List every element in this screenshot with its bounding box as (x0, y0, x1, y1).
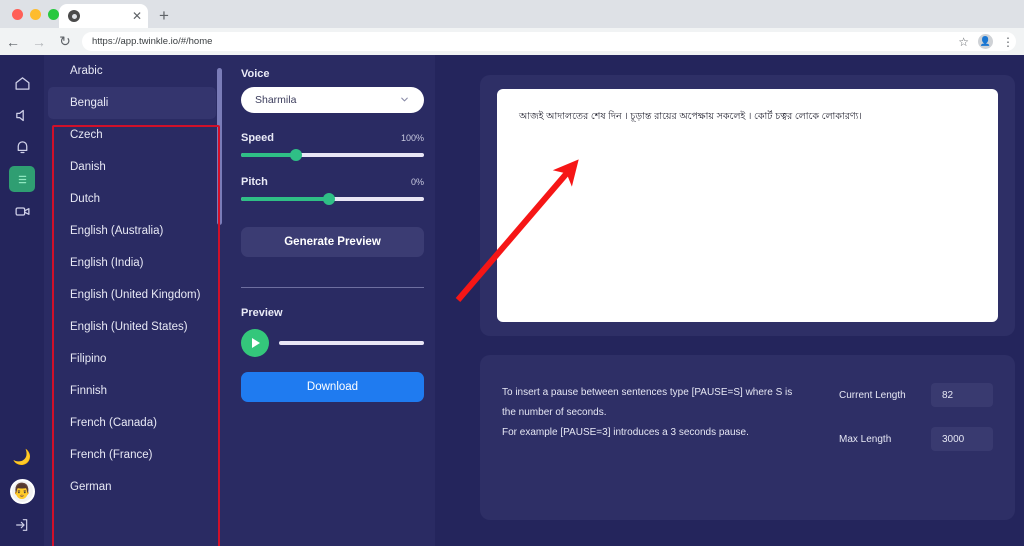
minimize-window-button[interactable] (30, 9, 41, 20)
language-item[interactable]: English (United Kingdom) (44, 279, 222, 311)
forward-button[interactable]: → (26, 34, 52, 50)
speed-slider[interactable] (241, 149, 424, 161)
bell-icon (9, 134, 35, 160)
preview-progress-bar[interactable] (279, 341, 424, 345)
window-traffic-lights (12, 9, 59, 20)
preview-player (241, 329, 424, 357)
language-item[interactable]: Dutch (44, 183, 222, 215)
language-list-panel[interactable]: Arabic Bengali Czech Danish Dutch English (Au… (44, 55, 230, 546)
play-icon (252, 338, 260, 348)
tab-strip: ✕ + (0, 0, 1024, 28)
language-list: Arabic Bengali Czech Danish Dutch English (Au… (44, 55, 222, 503)
document-list-icon (9, 166, 35, 192)
voice-label: Voice (241, 68, 270, 80)
pitch-slider-thumb[interactable] (322, 193, 335, 205)
sidebar-item-documents[interactable] (0, 163, 44, 195)
language-item[interactable]: Bengali (48, 87, 216, 119)
pause-instruction-line-2: the number of seconds. (502, 407, 607, 418)
info-card: To insert a pause between sentences type… (480, 355, 1015, 520)
current-length-row: Current Length 82 (839, 383, 993, 407)
back-button[interactable]: ← (0, 34, 26, 50)
speaker-icon (9, 102, 35, 128)
voice-selected-value: Sharmila (255, 94, 297, 106)
speed-label: Speed (241, 132, 275, 144)
pitch-slider-fill (241, 197, 329, 201)
dark-mode-moon-icon: 🌙 (12, 449, 32, 466)
sidebar-item-notifications[interactable] (0, 131, 44, 163)
speed-slider-fill (241, 153, 296, 157)
favicon-icon (68, 10, 80, 22)
pause-instruction-line-1: To insert a pause between sentences type… (502, 387, 793, 398)
maximize-window-button[interactable] (48, 9, 59, 20)
pause-instruction-line-3: For example [PAUSE=3] introduces a 3 sec… (502, 427, 749, 438)
chevron-down-icon (399, 94, 410, 107)
tab-close-icon[interactable]: ✕ (132, 10, 142, 22)
play-button[interactable] (241, 329, 269, 357)
language-item[interactable]: Danish (44, 151, 222, 183)
speed-slider-thumb[interactable] (289, 149, 302, 161)
navigation-bar: ← → ↻ https://app.twinkle.io/#/home ☆ 👤 … (0, 28, 1024, 55)
language-item[interactable]: English (India) (44, 247, 222, 279)
controls-panel: Voice Sharmila Speed 100% Pitch 0% Gener… (230, 55, 435, 546)
pitch-value: 0% (410, 177, 424, 187)
language-item[interactable]: Czech (44, 119, 222, 151)
browser-tab[interactable]: ✕ (59, 4, 148, 28)
language-item[interactable]: French (Canada) (44, 407, 222, 439)
voice-select[interactable]: Sharmila (241, 87, 424, 113)
language-item[interactable]: Filipino (44, 343, 222, 375)
preview-label: Preview (241, 307, 283, 319)
user-avatar: 👨 (9, 478, 35, 504)
dark-mode-toggle[interactable]: 🌙 (0, 440, 44, 474)
length-stats: Current Length 82 Max Length 3000 (839, 383, 993, 471)
download-button[interactable]: Download (241, 372, 424, 402)
user-avatar-button[interactable]: 👨 (0, 474, 44, 508)
language-item[interactable]: Finnish (44, 375, 222, 407)
pitch-slider[interactable] (241, 193, 424, 205)
language-item[interactable]: English (United States) (44, 311, 222, 343)
close-window-button[interactable] (12, 9, 23, 20)
logout-icon (9, 512, 35, 538)
reload-button[interactable]: ↻ (52, 33, 78, 50)
browser-chrome: ✕ + ← → ↻ https://app.twinkle.io/#/home … (0, 0, 1024, 55)
sidebar-item-video[interactable] (0, 195, 44, 227)
max-length-row: Max Length 3000 (839, 427, 993, 451)
address-bar[interactable]: https://app.twinkle.io/#/home (82, 32, 1016, 51)
sidebar-item-audio[interactable] (0, 99, 44, 131)
sidebar-item-home[interactable] (0, 67, 44, 99)
language-item[interactable]: German (44, 471, 222, 503)
current-length-value: 82 (931, 383, 993, 407)
text-input-area[interactable]: আজই আদালতের শেষ দিন । চূড়ান্ত রায়ের অপ… (497, 89, 998, 322)
speed-value: 100% (400, 133, 424, 143)
video-camera-icon (9, 198, 35, 224)
pause-instructions: To insert a pause between sentences type… (502, 383, 817, 471)
max-length-label: Max Length (839, 433, 892, 445)
sidebar-bottom-icons: 🌙 👨 (0, 440, 44, 542)
editor-card: আজই আদালতের শেষ দিন । চূড়ান্ত রায়ের অপ… (480, 75, 1015, 336)
logout-button[interactable] (0, 508, 44, 542)
sidebar-top-icons (0, 67, 44, 227)
main-content: আজই আদালতের শেষ দিন । চূড়ান্ত রায়ের অপ… (435, 55, 1024, 546)
generate-preview-button[interactable]: Generate Preview (241, 227, 424, 257)
profile-icon[interactable]: 👤 (978, 34, 993, 49)
language-item[interactable]: Arabic (44, 55, 222, 87)
current-length-label: Current Length (839, 389, 906, 401)
controls-divider (241, 287, 424, 288)
new-tab-button[interactable]: + (154, 7, 174, 27)
url-text: https://app.twinkle.io/#/home (92, 36, 213, 47)
max-length-value: 3000 (931, 427, 993, 451)
home-icon (9, 70, 35, 96)
pitch-label: Pitch (241, 176, 268, 188)
browser-toolbar-icons: ☆ 👤 ⋮ (958, 28, 1018, 55)
language-item[interactable]: French (France) (44, 439, 222, 471)
language-item[interactable]: English (Australia) (44, 215, 222, 247)
pitch-row: Pitch 0% (241, 176, 424, 188)
speed-row: Speed 100% (241, 132, 424, 144)
app-body: 🌙 👨 Arabic Bengali Czech Danish Dutch English… (0, 55, 1024, 546)
language-list-scrollbar[interactable] (217, 55, 222, 546)
star-icon[interactable]: ☆ (958, 35, 969, 49)
app-screenshot: ✕ + ← → ↻ https://app.twinkle.io/#/home … (0, 0, 1024, 546)
scrollbar-thumb[interactable] (217, 68, 222, 225)
sidebar-rail: 🌙 👨 (0, 55, 44, 546)
three-dots-icon[interactable]: ⋮ (1002, 35, 1014, 49)
